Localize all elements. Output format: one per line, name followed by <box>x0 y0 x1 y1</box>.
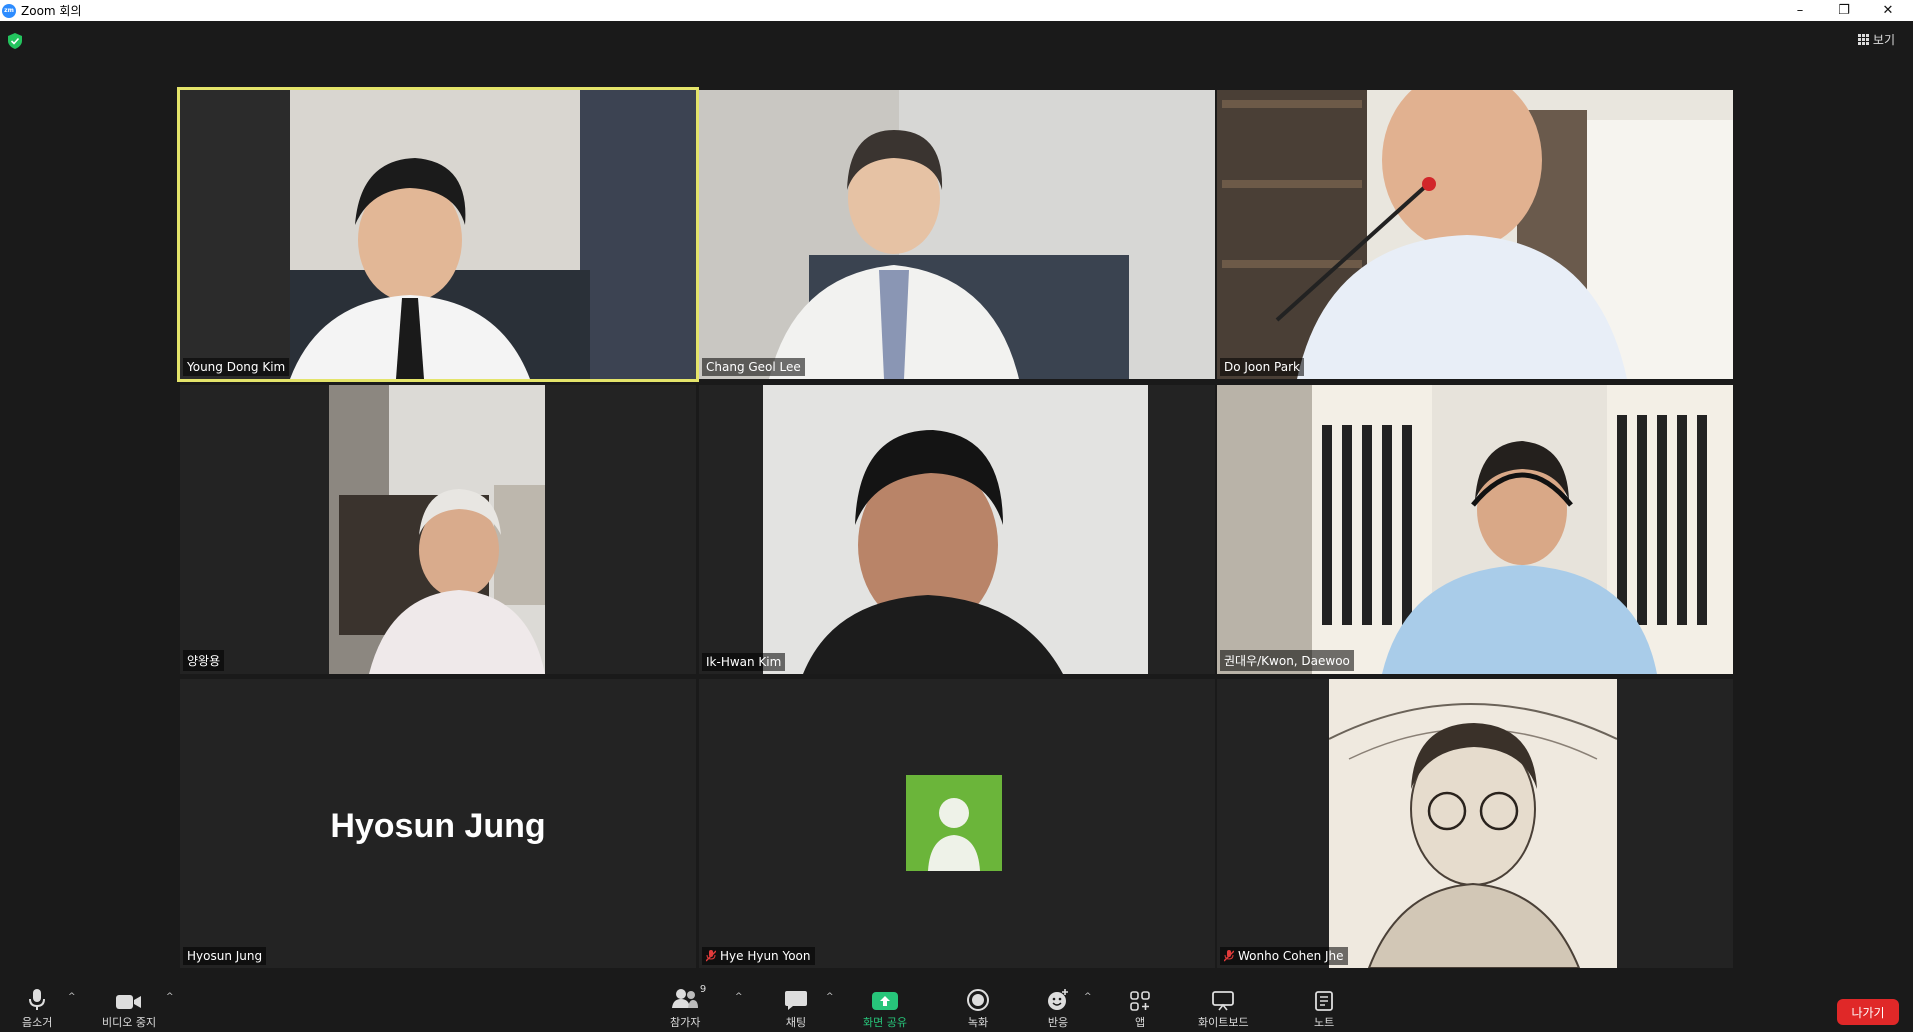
microphone-muted-icon <box>706 950 716 962</box>
restore-button[interactable]: ❐ <box>1822 0 1866 21</box>
participant-name-label: Young Dong Kim <box>183 358 290 376</box>
participant-video <box>1217 385 1733 674</box>
participant-video <box>329 385 545 674</box>
participant-name-label: Chang Geol Lee <box>702 358 805 376</box>
default-avatar-icon <box>906 775 1002 871</box>
video-tile-hyosun-jung[interactable]: Hyosun Jung Hyosun Jung <box>180 679 696 968</box>
participant-name-label: Hye Hyun Yoon <box>702 947 815 965</box>
video-tile-young-dong-kim[interactable]: Young Dong Kim <box>177 87 699 382</box>
participants-options-chevron-up-icon[interactable]: ^ <box>735 992 743 1002</box>
apps-icon <box>1130 991 1150 1011</box>
participant-name-label: Wonho Cohen Jhe <box>1220 947 1348 965</box>
video-camera-icon <box>116 995 142 1009</box>
microphone-muted-icon <box>1224 950 1234 962</box>
participant-video <box>699 90 1215 379</box>
meeting-toolbar: 음소거 ^ 비디오 중지 ^ 9 참가자 ^ 채팅 ^ 화면 공유 녹화 반응 … <box>0 976 1913 1032</box>
video-tile-kwon-daewoo[interactable]: 권대우/Kwon, Daewoo <box>1217 385 1733 674</box>
window-title: Zoom 회의 <box>21 4 82 18</box>
view-button[interactable]: 보기 <box>1857 31 1895 48</box>
participants-count: 9 <box>699 984 707 995</box>
chat-options-chevron-up-icon[interactable]: ^ <box>826 992 834 1002</box>
apps-button[interactable]: 앱 <box>1130 991 1150 1030</box>
emoji-reaction-icon <box>1048 989 1068 1010</box>
encryption-shield-icon[interactable] <box>8 33 22 49</box>
video-tile-hye-hyun-yoon[interactable]: Hye Hyun Yoon <box>699 679 1215 968</box>
participant-video <box>1217 90 1733 379</box>
participant-video <box>1329 679 1617 968</box>
title-bar: zm Zoom 회의 – ❐ ✕ <box>0 0 1913 21</box>
video-tile-yang-wang-yong[interactable]: 양왕용 <box>180 385 696 674</box>
view-button-label: 보기 <box>1872 33 1895 47</box>
participant-name-label: 양왕용 <box>183 650 225 671</box>
grid-view-icon <box>1857 34 1869 45</box>
participant-name-label: 권대우/Kwon, Daewoo <box>1220 650 1354 671</box>
minimize-button[interactable]: – <box>1778 0 1822 21</box>
video-tile-ik-hwan-kim[interactable]: Ik-Hwan Kim <box>699 385 1215 674</box>
notes-icon <box>1315 991 1334 1011</box>
participants-icon <box>672 989 699 1008</box>
close-button[interactable]: ✕ <box>1866 0 1910 21</box>
video-options-chevron-up-icon[interactable]: ^ <box>166 992 174 1002</box>
video-tile-chang-geol-lee[interactable]: Chang Geol Lee <box>699 90 1215 379</box>
whiteboard-icon <box>1212 991 1235 1011</box>
participant-display-name: Hyosun Jung <box>330 807 546 845</box>
video-tile-wonho-cohen-jhe[interactable]: Wonho Cohen Jhe <box>1217 679 1733 968</box>
participant-name-label: Ik-Hwan Kim <box>702 653 786 671</box>
video-tile-do-joon-park[interactable]: Do Joon Park <box>1217 90 1733 379</box>
record-icon <box>967 989 989 1011</box>
leave-meeting-button[interactable]: 나가기 <box>1837 999 1899 1025</box>
stop-video-button[interactable]: 비디오 중지 <box>102 993 156 1030</box>
reactions-options-chevron-up-icon[interactable]: ^ <box>1084 992 1092 1002</box>
participant-video <box>763 385 1148 674</box>
participant-name-label: Do Joon Park <box>1220 358 1304 376</box>
chat-button[interactable]: 채팅 <box>785 991 807 1030</box>
record-button[interactable]: 녹화 <box>967 989 989 1030</box>
whiteboard-button[interactable]: 화이트보드 <box>1198 991 1249 1030</box>
participant-name-label: Hyosun Jung <box>183 947 267 965</box>
audio-options-chevron-up-icon[interactable]: ^ <box>68 992 76 1002</box>
participants-button[interactable]: 9 참가자 <box>670 984 706 1030</box>
participant-video <box>180 90 696 379</box>
mute-button[interactable]: 음소거 <box>22 989 52 1030</box>
chat-bubble-icon <box>785 991 807 1010</box>
reactions-button[interactable]: 반응 <box>1047 989 1069 1030</box>
zoom-logo-icon: zm <box>2 3 16 18</box>
microphone-icon <box>29 989 46 1010</box>
share-screen-icon <box>871 992 898 1010</box>
share-screen-button[interactable]: 화면 공유 <box>863 991 907 1030</box>
notes-button[interactable]: 노트 <box>1314 991 1334 1030</box>
